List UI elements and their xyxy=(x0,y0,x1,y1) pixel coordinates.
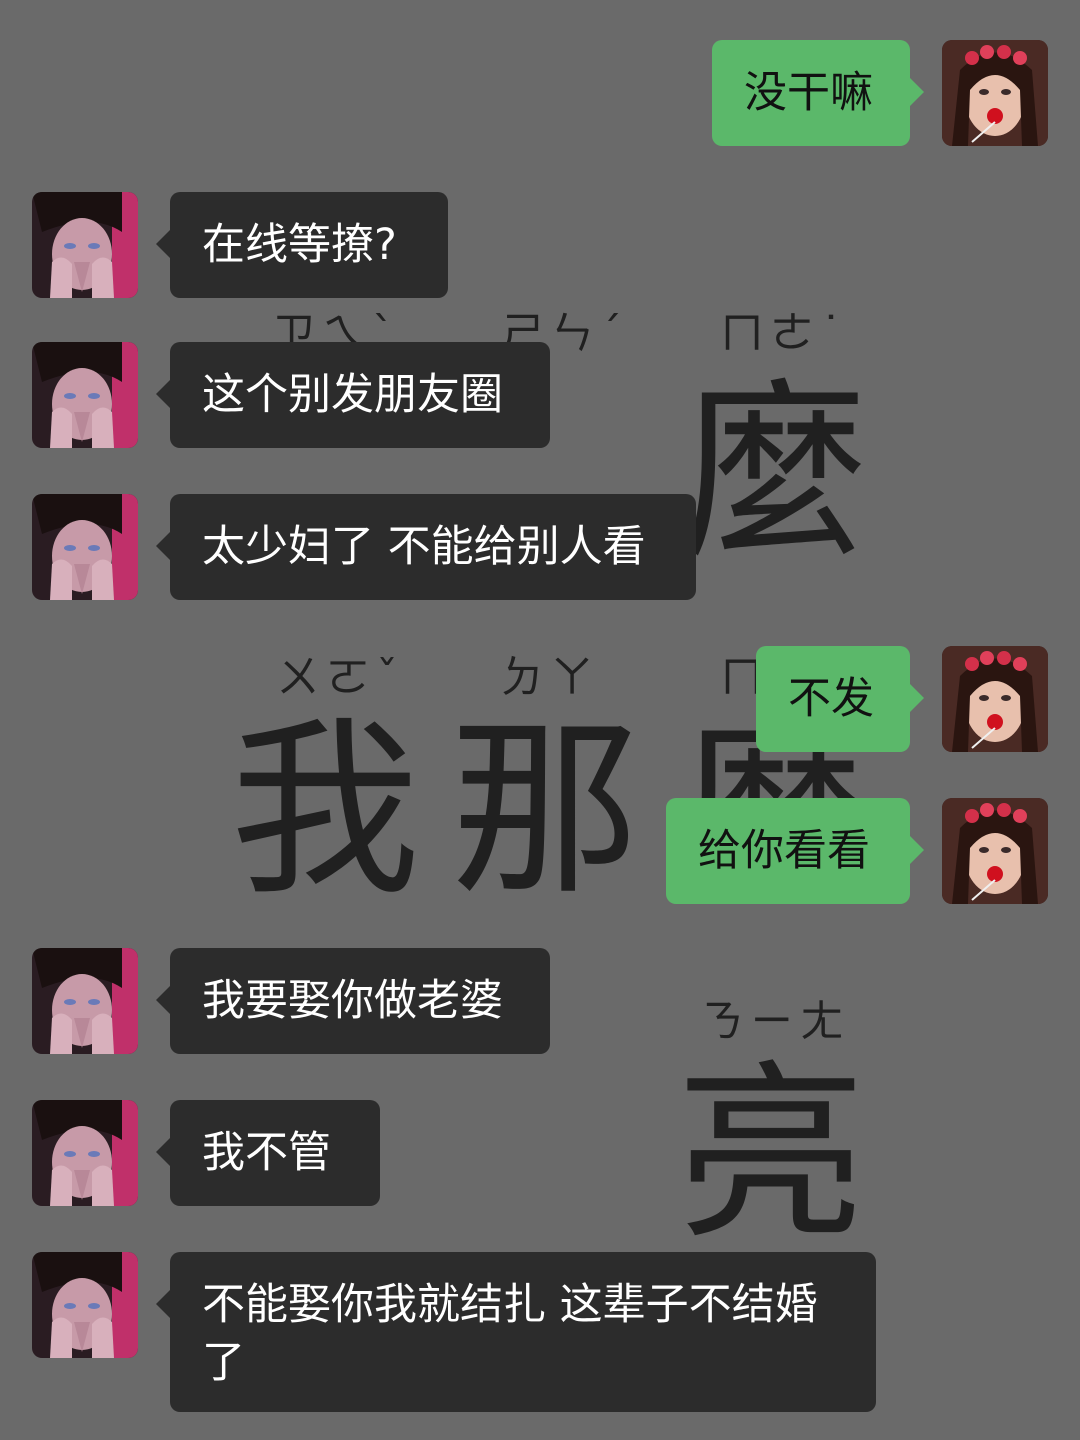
message-bubble-incoming[interactable]: 太少妇了 不能给别人看 xyxy=(156,494,696,600)
message-bubble-incoming[interactable]: 我要娶你做老婆 xyxy=(156,948,550,1054)
avatar-boy-icon[interactable] xyxy=(32,1100,138,1206)
avatar-girl-icon[interactable] xyxy=(942,798,1048,904)
message-text: 太少妇了 不能给别人看 xyxy=(202,522,646,572)
wallpaper-char: 亮 xyxy=(676,1044,867,1265)
message-text: 不能娶你我就结扎 这辈子不结婚了 xyxy=(202,1280,818,1388)
wallpaper-char: 那 xyxy=(450,700,641,921)
wallpaper-zhuyin: ㄇㄜ˙ xyxy=(720,308,848,359)
avatar-boy-icon[interactable] xyxy=(32,192,138,298)
message-bubble-incoming[interactable]: 不能娶你我就结扎 这辈子不结婚了 xyxy=(156,1252,876,1412)
message-bubble-outgoing[interactable]: 不发 xyxy=(756,646,924,752)
message-bubble-incoming[interactable]: 在线等撩? xyxy=(156,192,448,298)
wallpaper-char: 我 xyxy=(230,700,421,921)
wallpaper-zhuyin: ㄋㄧㄤ xyxy=(700,996,850,1047)
wallpaper-zhuyin: ㄉㄚ xyxy=(500,652,600,703)
message-text: 我不管 xyxy=(202,1128,331,1178)
avatar-boy-icon[interactable] xyxy=(32,948,138,1054)
wallpaper-zhuyin: ㄨㄛˇ xyxy=(276,652,404,703)
avatar-boy-icon[interactable] xyxy=(32,1252,138,1358)
wallpaper-char: 麼 xyxy=(680,362,871,583)
message-bubble-outgoing[interactable]: 没干嘛 xyxy=(712,40,924,146)
avatar-girl-icon[interactable] xyxy=(942,646,1048,752)
chat-wallpaper: ㄗㄟˋ ㄕㄣˊ ㄇㄜ˙ 麼 ㄨㄛˇ ㄉㄚ ㄇ 我 那 麼 ㄋㄧㄤ 亮 xyxy=(0,0,1080,1440)
message-text: 这个别发朋友圈 xyxy=(202,370,503,420)
message-text: 给你看看 xyxy=(698,826,870,876)
message-text: 没干嘛 xyxy=(744,68,873,118)
message-text: 不发 xyxy=(788,674,874,724)
avatar-boy-icon[interactable] xyxy=(32,494,138,600)
message-bubble-outgoing[interactable]: 给你看看 xyxy=(666,798,924,904)
message-bubble-incoming[interactable]: 我不管 xyxy=(156,1100,380,1206)
message-bubble-incoming[interactable]: 这个别发朋友圈 xyxy=(156,342,550,448)
message-text: 我要娶你做老婆 xyxy=(202,976,503,1026)
avatar-boy-icon[interactable] xyxy=(32,342,138,448)
message-text: 在线等撩? xyxy=(202,220,397,270)
avatar-girl-icon[interactable] xyxy=(942,40,1048,146)
